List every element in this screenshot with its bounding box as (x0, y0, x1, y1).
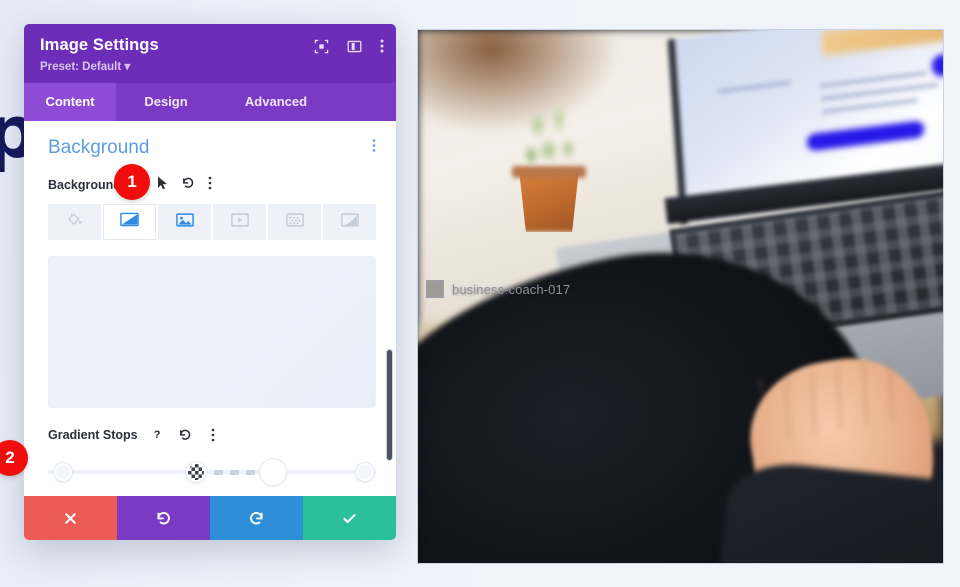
modal-scrollbar-thumb[interactable] (386, 349, 393, 461)
background-color-tab[interactable] (48, 204, 101, 240)
more-icon[interactable] (380, 38, 384, 54)
gradient-stops-reset-icon[interactable] (177, 426, 194, 443)
video-icon (230, 212, 249, 232)
photo-screen-text-line (717, 80, 791, 93)
gradient-icon (120, 212, 139, 232)
photo-screen-text-line (819, 71, 927, 88)
gradient-stops-label: Gradient Stops (48, 427, 138, 442)
focus-icon[interactable] (314, 39, 329, 54)
cancel-button[interactable] (24, 496, 117, 540)
image-caption-row: business-coach-017 (426, 280, 570, 298)
photo-screen-header-band (821, 30, 943, 57)
background-video-tab[interactable] (213, 204, 266, 240)
background-pattern-tab[interactable] (268, 204, 321, 240)
photo-screen-dot (931, 53, 943, 78)
image-settings-modal[interactable]: Image Settings Preset: Default ▾ Content… (24, 24, 396, 540)
modal-tab-bar: Content Design Advanced (24, 83, 396, 121)
mask-icon (340, 212, 359, 232)
tab-content[interactable]: Content (24, 83, 116, 121)
photo-screen-text-line (820, 82, 939, 101)
photo-screen-text-line (821, 98, 917, 114)
paint-bucket-icon (66, 211, 83, 233)
background-image-tab[interactable] (158, 204, 211, 240)
gradient-stops-header: Gradient Stops ? (48, 426, 376, 443)
tab-advanced[interactable]: Advanced (216, 83, 336, 121)
callout-badge-1: 1 (114, 164, 150, 200)
options-dots-icon[interactable] (208, 176, 212, 195)
pattern-icon (285, 212, 304, 232)
hover-cursor-icon[interactable] (157, 176, 168, 195)
help-icon[interactable]: ? (149, 426, 166, 443)
background-mask-tab[interactable] (323, 204, 376, 240)
layout-icon[interactable] (347, 39, 362, 54)
gradient-dash (214, 470, 223, 475)
modal-footer-actions (24, 496, 396, 540)
modal-preset-selector[interactable]: Preset: Default ▾ (40, 59, 380, 73)
gradient-stops-options-icon[interactable] (205, 426, 222, 443)
tab-design[interactable]: Design (116, 83, 216, 121)
reset-icon[interactable] (181, 176, 195, 195)
gradient-dash (230, 470, 239, 475)
modal-body: Background Background Gradient Stops ? (24, 121, 396, 496)
vertical-dots-icon[interactable] (372, 138, 376, 158)
image-filename-label: business-coach-017 (452, 281, 571, 297)
background-field-row: Background (48, 175, 376, 195)
redo-button[interactable] (210, 496, 303, 540)
section-title[interactable]: Background (48, 137, 149, 159)
gradient-stops-track[interactable] (48, 470, 376, 474)
save-button[interactable] (303, 496, 396, 540)
gradient-stop-4[interactable] (356, 463, 374, 481)
gradient-stop-1[interactable] (54, 463, 72, 481)
gradient-stop-2[interactable] (186, 462, 206, 482)
gradient-preview-swatch[interactable] (48, 256, 376, 408)
background-field-label: Background (48, 178, 121, 192)
photo-plant-foliage (518, 102, 584, 180)
gradient-stops-slider[interactable] (48, 455, 376, 489)
undo-button[interactable] (117, 496, 210, 540)
image-preview-pane[interactable]: business-coach-017 (417, 29, 944, 564)
background-type-tabs (48, 204, 376, 240)
modal-header: Image Settings Preset: Default ▾ (24, 24, 396, 83)
background-gradient-tab[interactable] (103, 204, 156, 240)
modal-header-icons (314, 38, 384, 54)
background-section-header: Background (48, 137, 376, 159)
gradient-dash (246, 470, 255, 475)
image-icon (175, 212, 194, 232)
modal-inner: Image Settings Preset: Default ▾ Content… (24, 24, 396, 540)
image-select-checkbox[interactable] (426, 280, 444, 298)
photo-screen-button (805, 120, 926, 152)
gradient-stop-3[interactable] (260, 459, 286, 485)
